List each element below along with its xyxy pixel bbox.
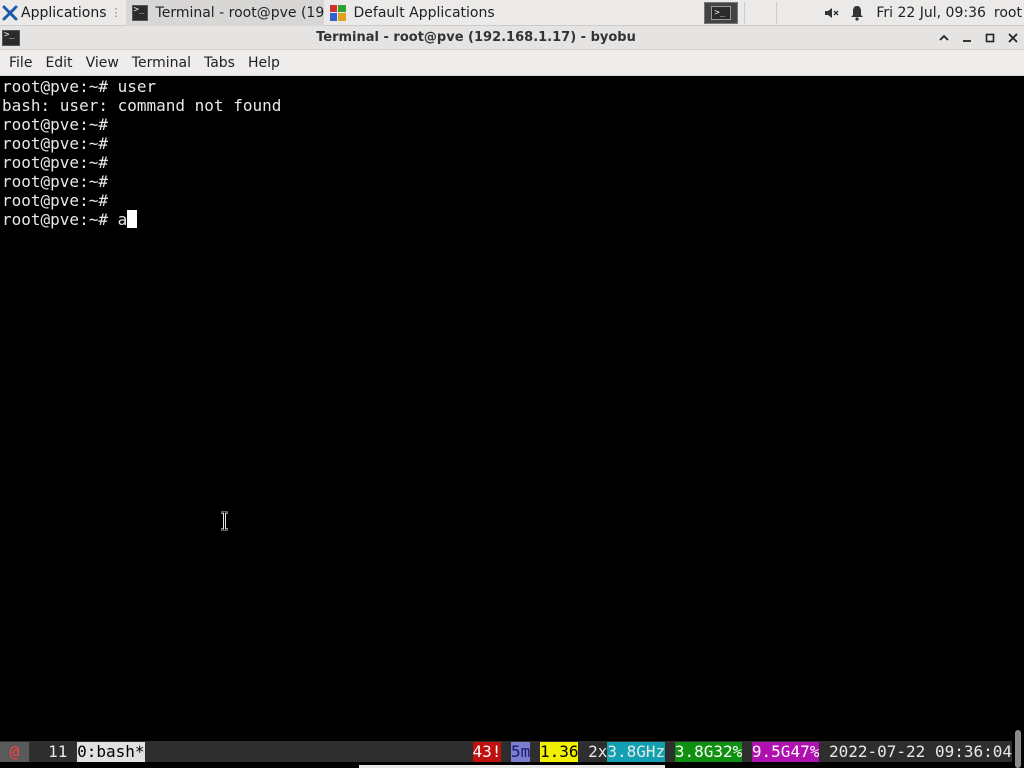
terminal-line: root@pve:~# user xyxy=(2,77,157,96)
panel-spacer xyxy=(522,0,705,26)
byobu-status-bar: @ 11 0:bash* 43! 5m 1.36 2x 3.8GHz 3.8G3… xyxy=(0,741,1012,762)
terminal-line: bash: user: command not found xyxy=(2,96,282,115)
byobu-cpu-count: 2x xyxy=(578,741,608,762)
scrollbar-thumb[interactable] xyxy=(1015,730,1021,768)
taskbar-label: Default Applications xyxy=(353,4,495,21)
terminal-icon[interactable] xyxy=(2,29,20,46)
text-cursor xyxy=(127,210,138,228)
window-titlebar[interactable]: Terminal - root@pve (192.168.1.17) - byo… xyxy=(0,26,1024,50)
taskbar-label: Terminal - root@pve (19... xyxy=(155,4,324,21)
menubar: File Edit View Terminal Tabs Help xyxy=(0,50,1024,76)
mouse-ibeam-cursor-icon xyxy=(221,511,228,531)
byobu-datetime: 2022-07-22 09:36:04 xyxy=(819,741,1012,762)
terminal-input-text: root@pve:~# a xyxy=(2,210,128,229)
terminal-scrollbar[interactable] xyxy=(1012,77,1024,768)
menu-view[interactable]: View xyxy=(79,50,125,76)
panel-clock[interactable]: Fri 22 Jul, 09:36 xyxy=(870,5,994,21)
workspace-pager-1[interactable]: >_ xyxy=(704,1,739,24)
menu-terminal[interactable]: Terminal xyxy=(125,50,197,76)
workspace-pager-3[interactable] xyxy=(776,1,808,24)
panel-separator-handle: ⋮ xyxy=(110,6,122,19)
byobu-cpu-freq: 3.8GHz xyxy=(607,741,666,762)
byobu-gap xyxy=(665,741,675,762)
terminal-line: root@pve:~# xyxy=(2,191,108,210)
user-menu[interactable]: root xyxy=(994,5,1024,21)
workspace-pager-2[interactable] xyxy=(744,1,776,24)
terminal-prompt-line[interactable]: root@pve:~# a xyxy=(2,210,138,229)
menu-help[interactable]: Help xyxy=(241,50,286,76)
byobu-reboot-count: 43! xyxy=(472,741,502,762)
terminal-line: root@pve:~# xyxy=(2,115,108,134)
volume-muted-icon[interactable] xyxy=(818,0,844,26)
maximize-icon xyxy=(985,33,994,42)
terminal-line: root@pve:~# xyxy=(2,153,108,172)
byobu-disk: 9.5G47% xyxy=(751,741,820,762)
terminal-icon: >_ xyxy=(711,5,732,20)
top-panel: Applications ⋮ Terminal - root@pve (19..… xyxy=(0,0,1024,26)
xfce-logo-icon xyxy=(2,5,18,20)
terminal-icon xyxy=(131,4,148,21)
maximize-button[interactable] xyxy=(978,27,1001,49)
terminal-output[interactable]: root@pve:~# user bash: user: command not… xyxy=(0,77,1012,741)
byobu-load-average: 1.36 xyxy=(539,741,579,762)
byobu-window-tab[interactable]: 0:bash* xyxy=(77,741,145,762)
menu-tabs[interactable]: Tabs xyxy=(197,50,241,76)
applications-menu-button[interactable]: Applications ⋮ xyxy=(0,0,126,26)
applications-menu-label: Applications xyxy=(21,4,107,21)
notification-bell-icon[interactable] xyxy=(844,0,870,26)
byobu-updates-count: 11 xyxy=(28,741,78,762)
bottom-strip xyxy=(0,762,1012,768)
byobu-uptime: 5m xyxy=(511,741,531,762)
close-icon xyxy=(1007,32,1018,43)
byobu-gap xyxy=(501,741,512,762)
menu-edit[interactable]: Edit xyxy=(38,50,78,76)
shade-button[interactable] xyxy=(932,27,955,49)
byobu-gap xyxy=(742,741,752,762)
close-button[interactable] xyxy=(1001,27,1024,49)
taskbar-button-default-applications[interactable]: Default Applications xyxy=(324,0,522,26)
window-title: Terminal - root@pve (192.168.1.17) - byo… xyxy=(316,30,636,45)
byobu-memory: 3.8G32% xyxy=(674,741,743,762)
byobu-logo-segment: @ xyxy=(0,741,29,762)
default-applications-icon xyxy=(329,4,346,21)
terminal-line: root@pve:~# xyxy=(2,172,108,191)
taskbar-button-terminal[interactable]: Terminal - root@pve (19... xyxy=(125,0,324,26)
terminal-line: root@pve:~# xyxy=(2,134,108,153)
menu-file[interactable]: File xyxy=(2,50,38,76)
chevron-up-icon xyxy=(938,34,949,41)
minimize-button[interactable] xyxy=(955,27,978,49)
minimize-icon xyxy=(962,39,971,42)
byobu-gap xyxy=(530,741,540,762)
